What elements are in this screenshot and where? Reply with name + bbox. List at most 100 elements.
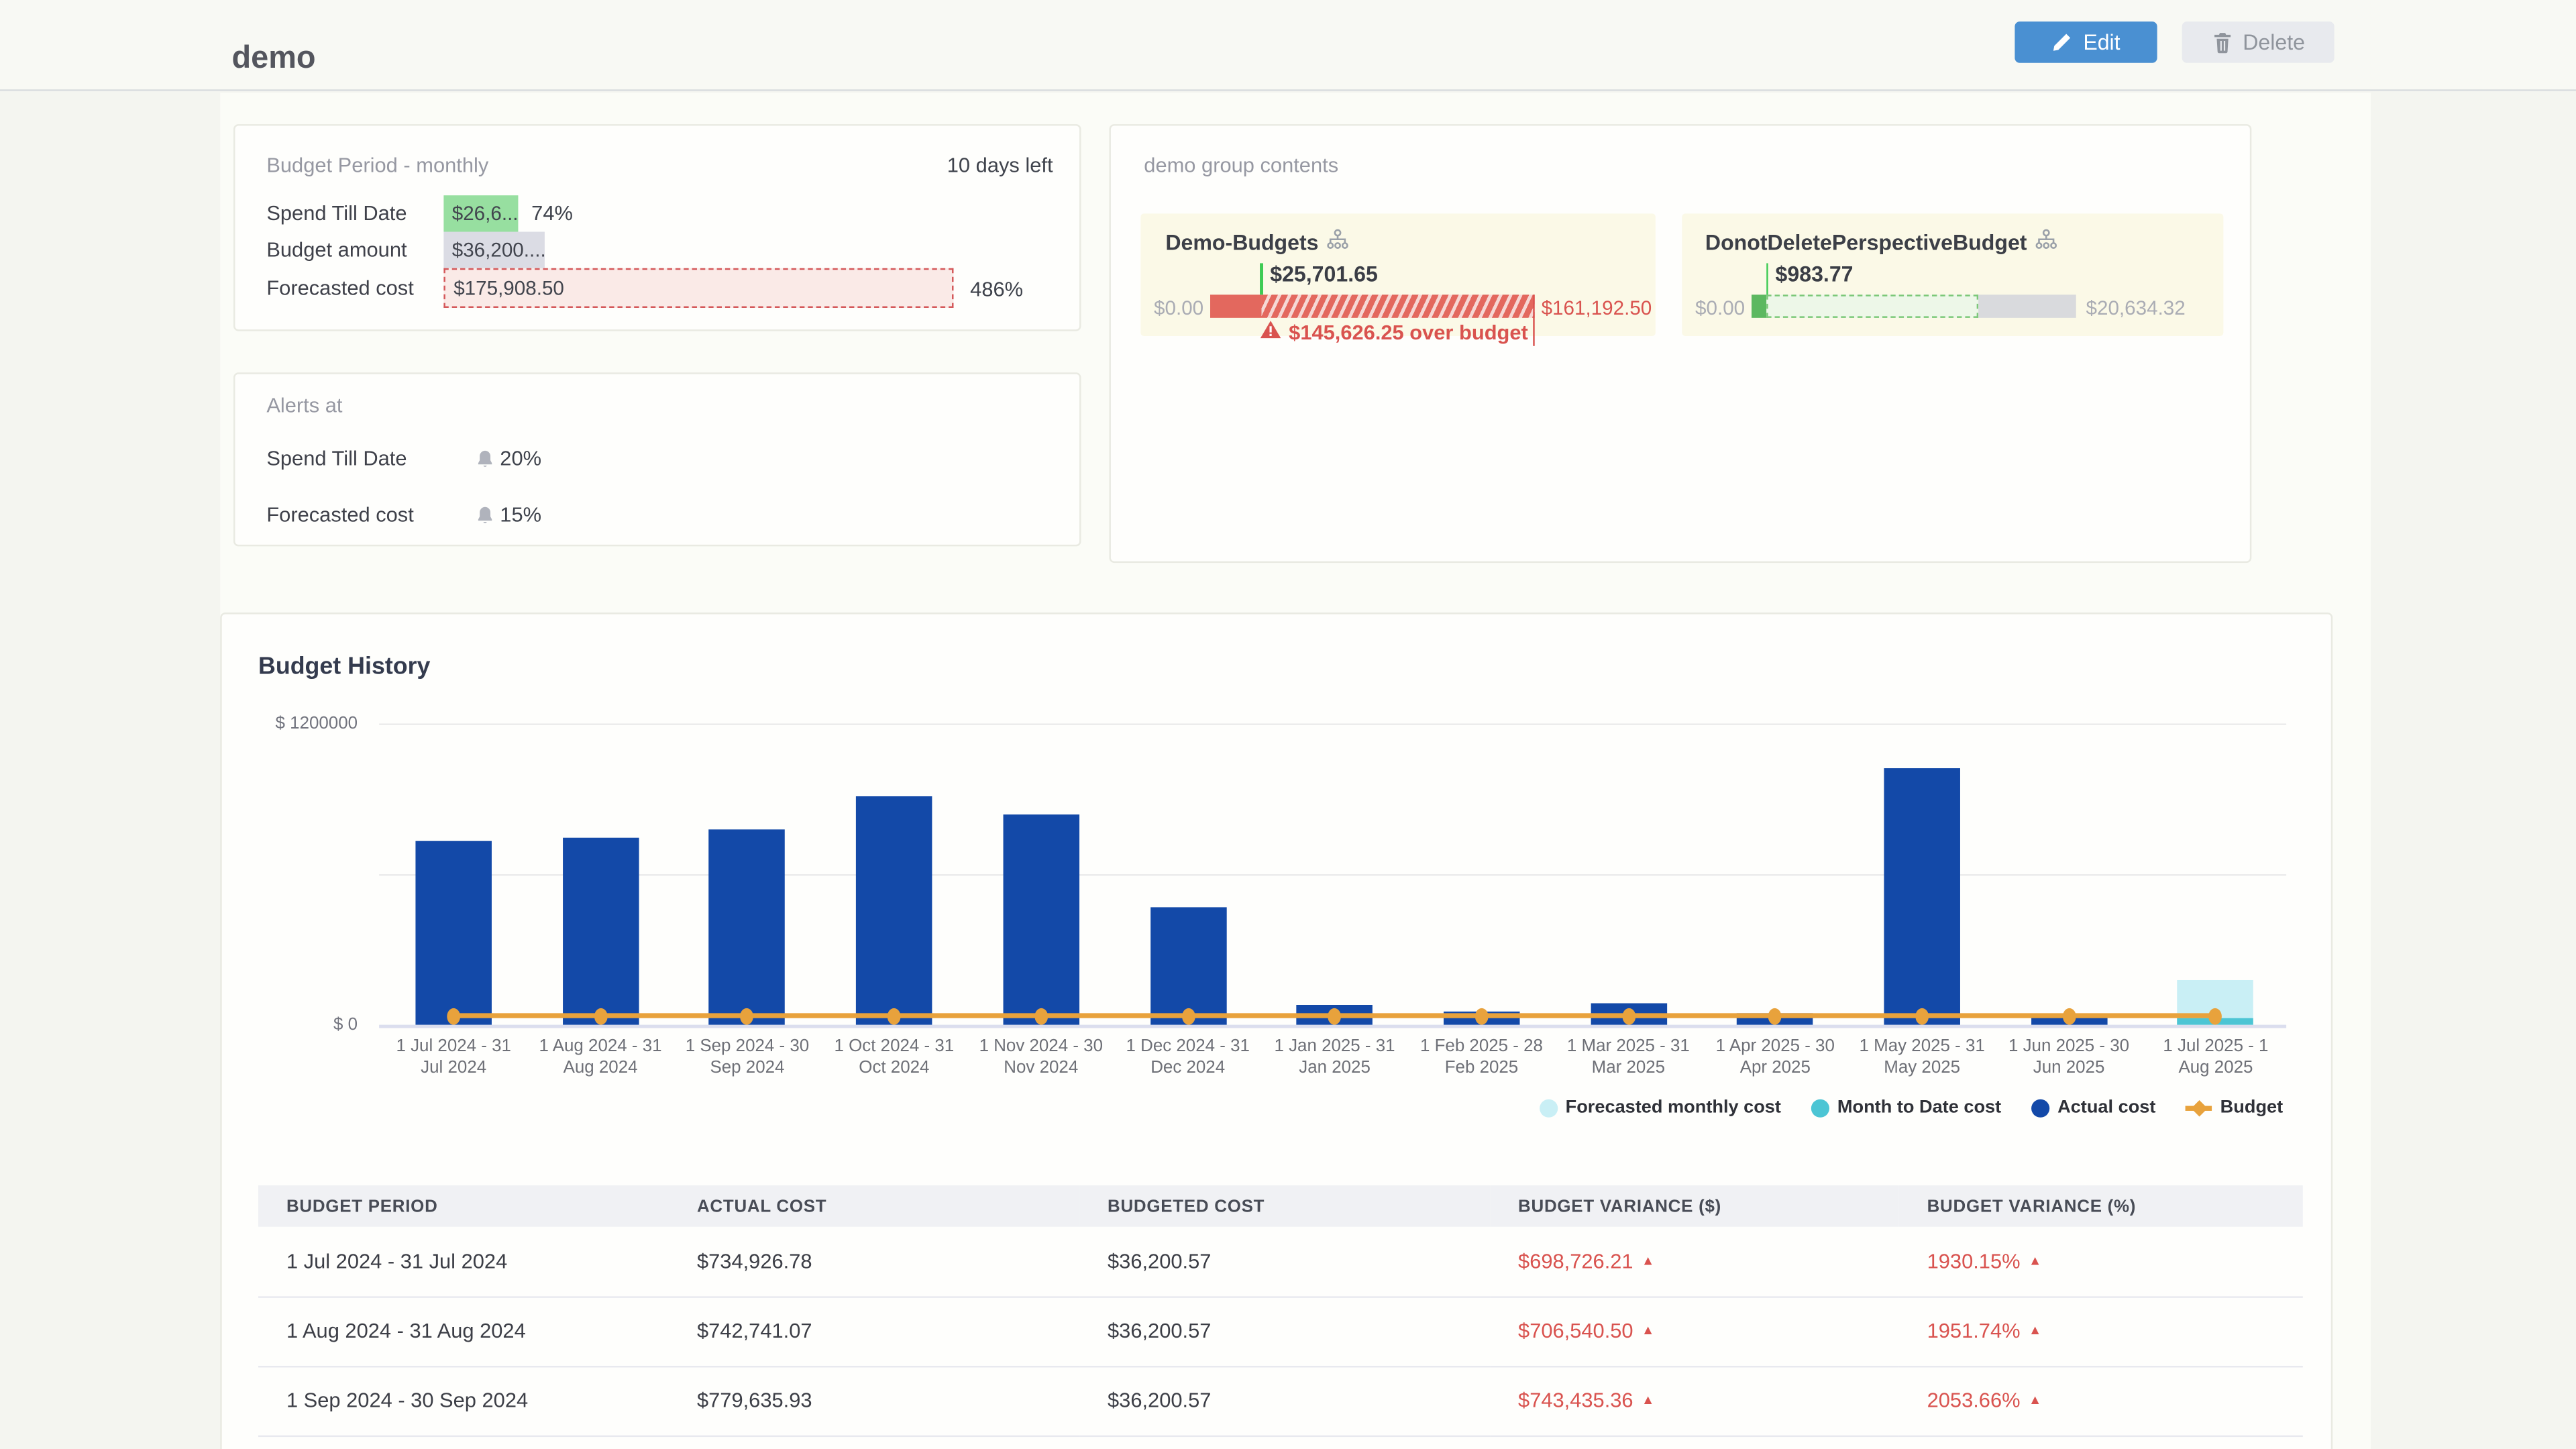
x-axis-label: 1 Feb 2025 - 28Feb 2025 bbox=[1405, 1036, 1558, 1079]
group-contents-card: demo group contents Demo-Budgets $25,701… bbox=[1109, 124, 2251, 563]
budget-end-line bbox=[1532, 294, 1535, 346]
forecasted-cost-percent: 486% bbox=[970, 278, 1023, 302]
actual-cost-bar bbox=[1884, 769, 1960, 1025]
budget-point bbox=[1034, 1008, 1048, 1024]
forecasted-cost-label: Forecasted cost bbox=[266, 276, 413, 300]
table-header-cell[interactable]: BUDGET VARIANCE (%) bbox=[1899, 1185, 2303, 1227]
budget-amount-chip: $36,200.... bbox=[443, 232, 545, 268]
up-triangle-icon: ▲ bbox=[1642, 1392, 1655, 1407]
actual-cost-bar bbox=[1150, 908, 1226, 1025]
up-triangle-icon: ▲ bbox=[1642, 1323, 1655, 1338]
table-cell: $36,200.57 bbox=[1079, 1227, 1490, 1297]
legend-item[interactable]: Forecasted monthly cost bbox=[1539, 1097, 1781, 1118]
budget-point bbox=[2062, 1008, 2076, 1024]
legend-label: Budget bbox=[2220, 1097, 2284, 1118]
budget-history-card: Budget History $ 1200000 $ 0 1 Jul 2024 … bbox=[220, 612, 2332, 1449]
topbar: demo Edit Delete bbox=[0, 0, 2576, 91]
budget-point bbox=[594, 1008, 607, 1024]
legend-item[interactable]: Budget bbox=[2186, 1097, 2283, 1118]
alert-spend-value: 20% bbox=[500, 447, 541, 470]
warning-icon bbox=[1260, 319, 1282, 344]
table-header-cell[interactable]: ACTUAL COST bbox=[669, 1185, 1079, 1227]
budget-dashboard: demo Edit Delete Budget Period - monthly… bbox=[0, 0, 2576, 1449]
budget-max-label: $161,192.50 bbox=[1542, 297, 1652, 320]
delete-button[interactable]: Delete bbox=[2182, 21, 2334, 63]
forecast-segment bbox=[1767, 294, 1978, 318]
legend-item[interactable]: Actual cost bbox=[2031, 1097, 2156, 1118]
table-cell: $36,200.57 bbox=[1079, 1366, 1490, 1436]
budget-max-label: $20,634.32 bbox=[2086, 297, 2186, 320]
budget-history-title: Budget History bbox=[258, 654, 430, 680]
legend-label: Forecasted monthly cost bbox=[1566, 1097, 1781, 1118]
budget-period-card: Budget Period - monthly 10 days left Spe… bbox=[233, 124, 1081, 331]
spend-tick bbox=[1766, 263, 1768, 294]
actual-cost-bar bbox=[1003, 814, 1079, 1024]
x-axis-label: 1 Sep 2024 - 30Sep 2024 bbox=[671, 1036, 823, 1079]
x-axis-label: 1 Nov 2024 - 30Nov 2024 bbox=[965, 1036, 1117, 1079]
budget-progress-bar[interactable] bbox=[1752, 294, 2076, 318]
alert-forecast-label: Forecasted cost bbox=[266, 503, 413, 527]
table-row: 1 Aug 2024 - 31 Aug 2024$742,741.07$36,2… bbox=[258, 1296, 2303, 1366]
variance-cell: 1930.15%▲ bbox=[1899, 1227, 2303, 1297]
spend-till-date-percent: 74% bbox=[531, 202, 573, 225]
x-axis-label: 1 Jan 2025 - 31Jan 2025 bbox=[1258, 1036, 1411, 1079]
budget-progress-bar[interactable] bbox=[1210, 294, 1535, 318]
budget-history-table: BUDGET PERIODACTUAL COSTBUDGETED COSTBUD… bbox=[258, 1185, 2303, 1436]
chart-legend: Forecasted monthly cost Month to Date cos… bbox=[1539, 1097, 2283, 1118]
alerts-title: Alerts at bbox=[266, 394, 342, 417]
bell-icon bbox=[475, 505, 495, 527]
x-axis-label: 1 May 2025 - 31May 2025 bbox=[1846, 1036, 1998, 1079]
budget-period-title: Budget Period - monthly bbox=[266, 154, 488, 178]
table-cell: 1 Sep 2024 - 30 Sep 2024 bbox=[258, 1366, 669, 1436]
budget-amount-label: Budget amount bbox=[266, 238, 407, 262]
edit-button[interactable]: Edit bbox=[2015, 21, 2157, 63]
budget-name[interactable]: Demo-Budgets bbox=[1165, 229, 1350, 257]
budget-min-label: $0.00 bbox=[1140, 297, 1203, 320]
gridline-top bbox=[379, 723, 2286, 724]
page-title: demo bbox=[232, 42, 316, 78]
legend-label: Actual cost bbox=[2057, 1097, 2155, 1118]
group-contents-title: demo group contents bbox=[1144, 154, 1338, 178]
spend-tick bbox=[1260, 263, 1263, 294]
days-left-label: 10 days left bbox=[947, 154, 1053, 178]
alerts-card: Alerts at Spend Till Date 20% Forecasted… bbox=[233, 372, 1081, 546]
variance-cell: 1951.74%▲ bbox=[1899, 1296, 2303, 1366]
actual-cost-bar bbox=[709, 829, 786, 1025]
y-axis-zero-label: $ 0 bbox=[238, 1015, 358, 1035]
spend-segment bbox=[1210, 294, 1262, 318]
actual-cost-bar bbox=[562, 839, 639, 1025]
table-cell: $779,635.93 bbox=[669, 1366, 1079, 1436]
hierarchy-icon[interactable] bbox=[1327, 229, 1350, 257]
alert-forecast-value: 15% bbox=[500, 503, 541, 527]
budget-widget-donotdelete: DonotDeletePerspectiveBudget $983.77 $0.… bbox=[1682, 213, 2223, 336]
hierarchy-icon[interactable] bbox=[2035, 229, 2059, 257]
budget-point bbox=[1768, 1008, 1782, 1024]
trash-icon bbox=[2211, 31, 2233, 54]
bell-icon bbox=[475, 449, 495, 470]
budget-point bbox=[1475, 1008, 1489, 1024]
x-axis-label: 1 Oct 2024 - 31Oct 2024 bbox=[818, 1036, 970, 1079]
table-header-row: BUDGET PERIODACTUAL COSTBUDGETED COSTBUD… bbox=[258, 1185, 2303, 1227]
budget-name[interactable]: DonotDeletePerspectiveBudget bbox=[1705, 229, 2058, 257]
x-axis-label: 1 Mar 2025 - 31Mar 2025 bbox=[1552, 1036, 1705, 1079]
up-triangle-icon: ▲ bbox=[2029, 1323, 2042, 1338]
legend-dot-icon bbox=[2031, 1098, 2049, 1116]
legend-label: Month to Date cost bbox=[1837, 1097, 2001, 1118]
legend-item[interactable]: Month to Date cost bbox=[1811, 1097, 2001, 1118]
spend-till-date-label: Spend Till Date bbox=[266, 202, 407, 225]
table-body: 1 Jul 2024 - 31 Jul 2024$734,926.78$36,2… bbox=[258, 1227, 2303, 1436]
table-cell: $734,926.78 bbox=[669, 1227, 1079, 1297]
x-axis-label: 1 Jun 2025 - 30Jun 2025 bbox=[1993, 1036, 2145, 1079]
actual-cost-bar bbox=[856, 796, 932, 1025]
pencil-icon bbox=[2051, 32, 2073, 53]
table-header-cell[interactable]: BUDGETED COST bbox=[1079, 1185, 1490, 1227]
table-header-cell[interactable]: BUDGET PERIOD bbox=[258, 1185, 669, 1227]
remaining-segment bbox=[1979, 294, 2076, 318]
budget-current-value: $983.77 bbox=[1776, 262, 1854, 286]
table-row: 1 Sep 2024 - 30 Sep 2024$779,635.93$36,2… bbox=[258, 1366, 2303, 1436]
actual-cost-bar bbox=[415, 841, 492, 1025]
budget-current-value: $25,701.65 bbox=[1270, 262, 1378, 286]
x-axis-label: 1 Apr 2025 - 30Apr 2025 bbox=[1699, 1036, 1851, 1079]
content: Budget Period - monthly 10 days left Spe… bbox=[220, 93, 2371, 1449]
table-header-cell[interactable]: BUDGET VARIANCE ($) bbox=[1490, 1185, 1899, 1227]
